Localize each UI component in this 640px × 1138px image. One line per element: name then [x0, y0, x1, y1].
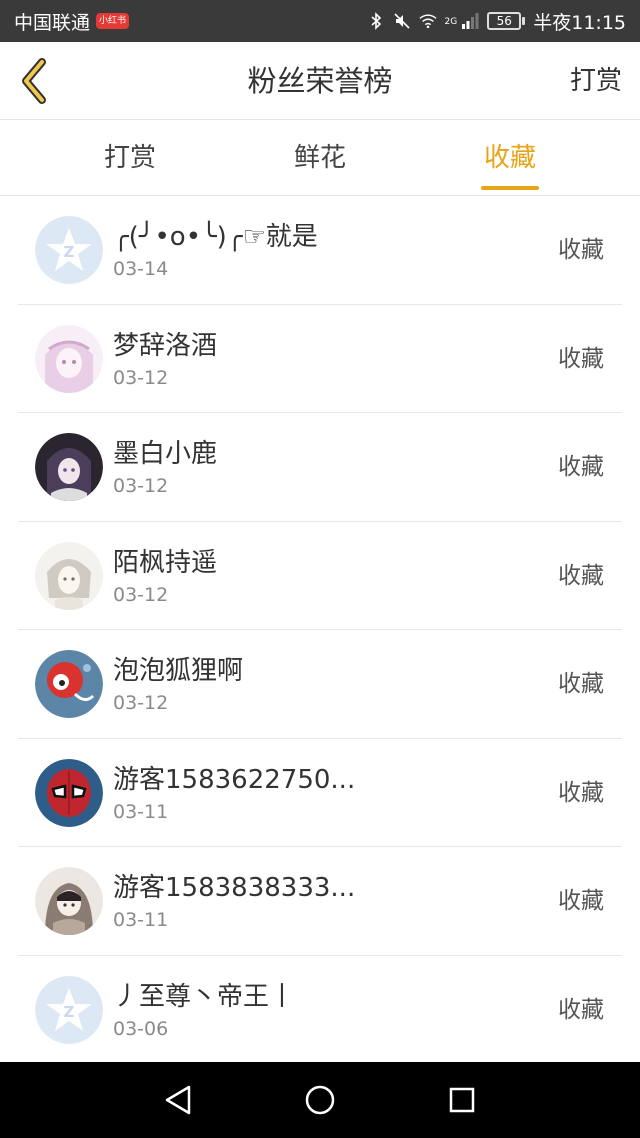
item-date: 03-12 — [113, 366, 169, 389]
user-name: 游客1583838333... — [113, 873, 356, 903]
item-type: 收藏 — [558, 562, 604, 589]
tab-favorites[interactable]: 收藏 — [460, 120, 560, 196]
list-item[interactable]: Z 丿至尊丶帝王丨 03-06 收藏 — [18, 956, 622, 1064]
back-button[interactable] — [14, 58, 54, 104]
reward-button[interactable]: 打赏 — [570, 42, 622, 120]
carrier-name: 中国联通 — [14, 11, 91, 34]
tab-label: 打赏 — [103, 143, 156, 173]
avatar: Z — [35, 216, 103, 284]
page-title: 粉丝荣誉榜 — [247, 64, 393, 98]
item-date: 03-12 — [113, 475, 169, 497]
battery-icon: 56 — [487, 12, 526, 30]
tab-reward[interactable]: 打赏 — [80, 120, 180, 196]
tab-label: 鲜花 — [293, 143, 346, 173]
mute-icon — [393, 12, 411, 30]
item-type: 收藏 — [558, 345, 604, 372]
status-bar: 中国联通 小红书 2G 56 半夜11:15 — [0, 0, 640, 42]
avatar — [35, 758, 103, 827]
nav-home-button[interactable] — [300, 1080, 340, 1120]
triangle-back-icon — [165, 1085, 191, 1115]
list-item[interactable]: 墨白小鹿 03-12 收藏 — [18, 413, 622, 522]
avatar: Z — [35, 975, 103, 1044]
avatar — [35, 867, 103, 935]
svg-text:Z: Z — [64, 243, 75, 261]
item-type: 收藏 — [558, 888, 604, 914]
user-name: 梦辞洛酒 — [113, 330, 218, 361]
item-type: 收藏 — [558, 454, 604, 480]
carrier: 中国联通 小红书 — [14, 8, 130, 35]
item-date: 03-11 — [113, 909, 169, 931]
list-item[interactable]: 陌枫持遥 03-12 收藏 — [18, 522, 622, 630]
list-item[interactable]: Z ╭(╯•o•╰)╭☞就是 03-14 收藏 — [18, 196, 622, 305]
network-type: 2G — [444, 16, 458, 27]
avatar — [35, 433, 103, 501]
battery-level: 56 — [487, 12, 522, 30]
item-type: 收藏 — [558, 671, 604, 697]
nav-recents-button[interactable] — [442, 1080, 482, 1120]
item-date: 03-06 — [113, 1017, 169, 1040]
list-item[interactable]: 游客1583838333... 03-11 收藏 — [18, 847, 622, 956]
carrier-badge: 小红书 — [96, 13, 130, 29]
user-name: 陌枫持遥 — [113, 547, 218, 578]
chevron-left-icon — [22, 58, 46, 104]
list-item[interactable]: 游客1583622750... 03-11 收藏 — [18, 739, 622, 847]
user-name: 墨白小鹿 — [113, 439, 218, 469]
user-name: 泡泡狐狸啊 — [113, 656, 244, 686]
svg-text:Z: Z — [64, 1003, 75, 1021]
tab-bar: 打赏 鲜花 收藏 — [0, 120, 640, 196]
item-type: 收藏 — [558, 237, 604, 263]
item-date: 03-12 — [113, 583, 169, 606]
item-type: 收藏 — [558, 996, 604, 1023]
list-item[interactable]: 梦辞洛酒 03-12 收藏 — [18, 305, 622, 413]
clock: 半夜11:15 — [533, 11, 626, 34]
item-date: 03-14 — [113, 258, 169, 280]
list-item[interactable]: 泡泡狐狸啊 03-12 收藏 — [18, 630, 622, 739]
active-tab-indicator — [481, 186, 539, 190]
tab-flowers[interactable]: 鲜花 — [270, 120, 370, 196]
system-nav-bar — [0, 1062, 640, 1138]
avatar — [35, 650, 103, 718]
fan-list: Z ╭(╯•o•╰)╭☞就是 03-14 收藏 梦辞洛酒 03-12 收藏 墨白… — [0, 196, 640, 1064]
circle-home-icon — [305, 1085, 335, 1115]
square-recents-icon — [449, 1087, 475, 1113]
item-date: 03-12 — [113, 692, 169, 714]
tab-label: 收藏 — [483, 143, 536, 173]
user-name: 丿至尊丶帝王丨 — [113, 981, 296, 1012]
signal-icon — [461, 12, 479, 30]
user-name: 游客1583622750... — [113, 764, 356, 795]
avatar — [35, 541, 103, 610]
avatar — [35, 324, 103, 393]
item-type: 收藏 — [558, 779, 604, 806]
header: 粉丝荣誉榜 打赏 — [0, 42, 640, 120]
nav-back-button[interactable] — [158, 1080, 198, 1120]
item-date: 03-11 — [113, 800, 169, 823]
bluetooth-icon — [367, 12, 385, 30]
wifi-icon — [418, 12, 437, 30]
user-name: ╭(╯•o•╰)╭☞就是 — [113, 222, 318, 252]
